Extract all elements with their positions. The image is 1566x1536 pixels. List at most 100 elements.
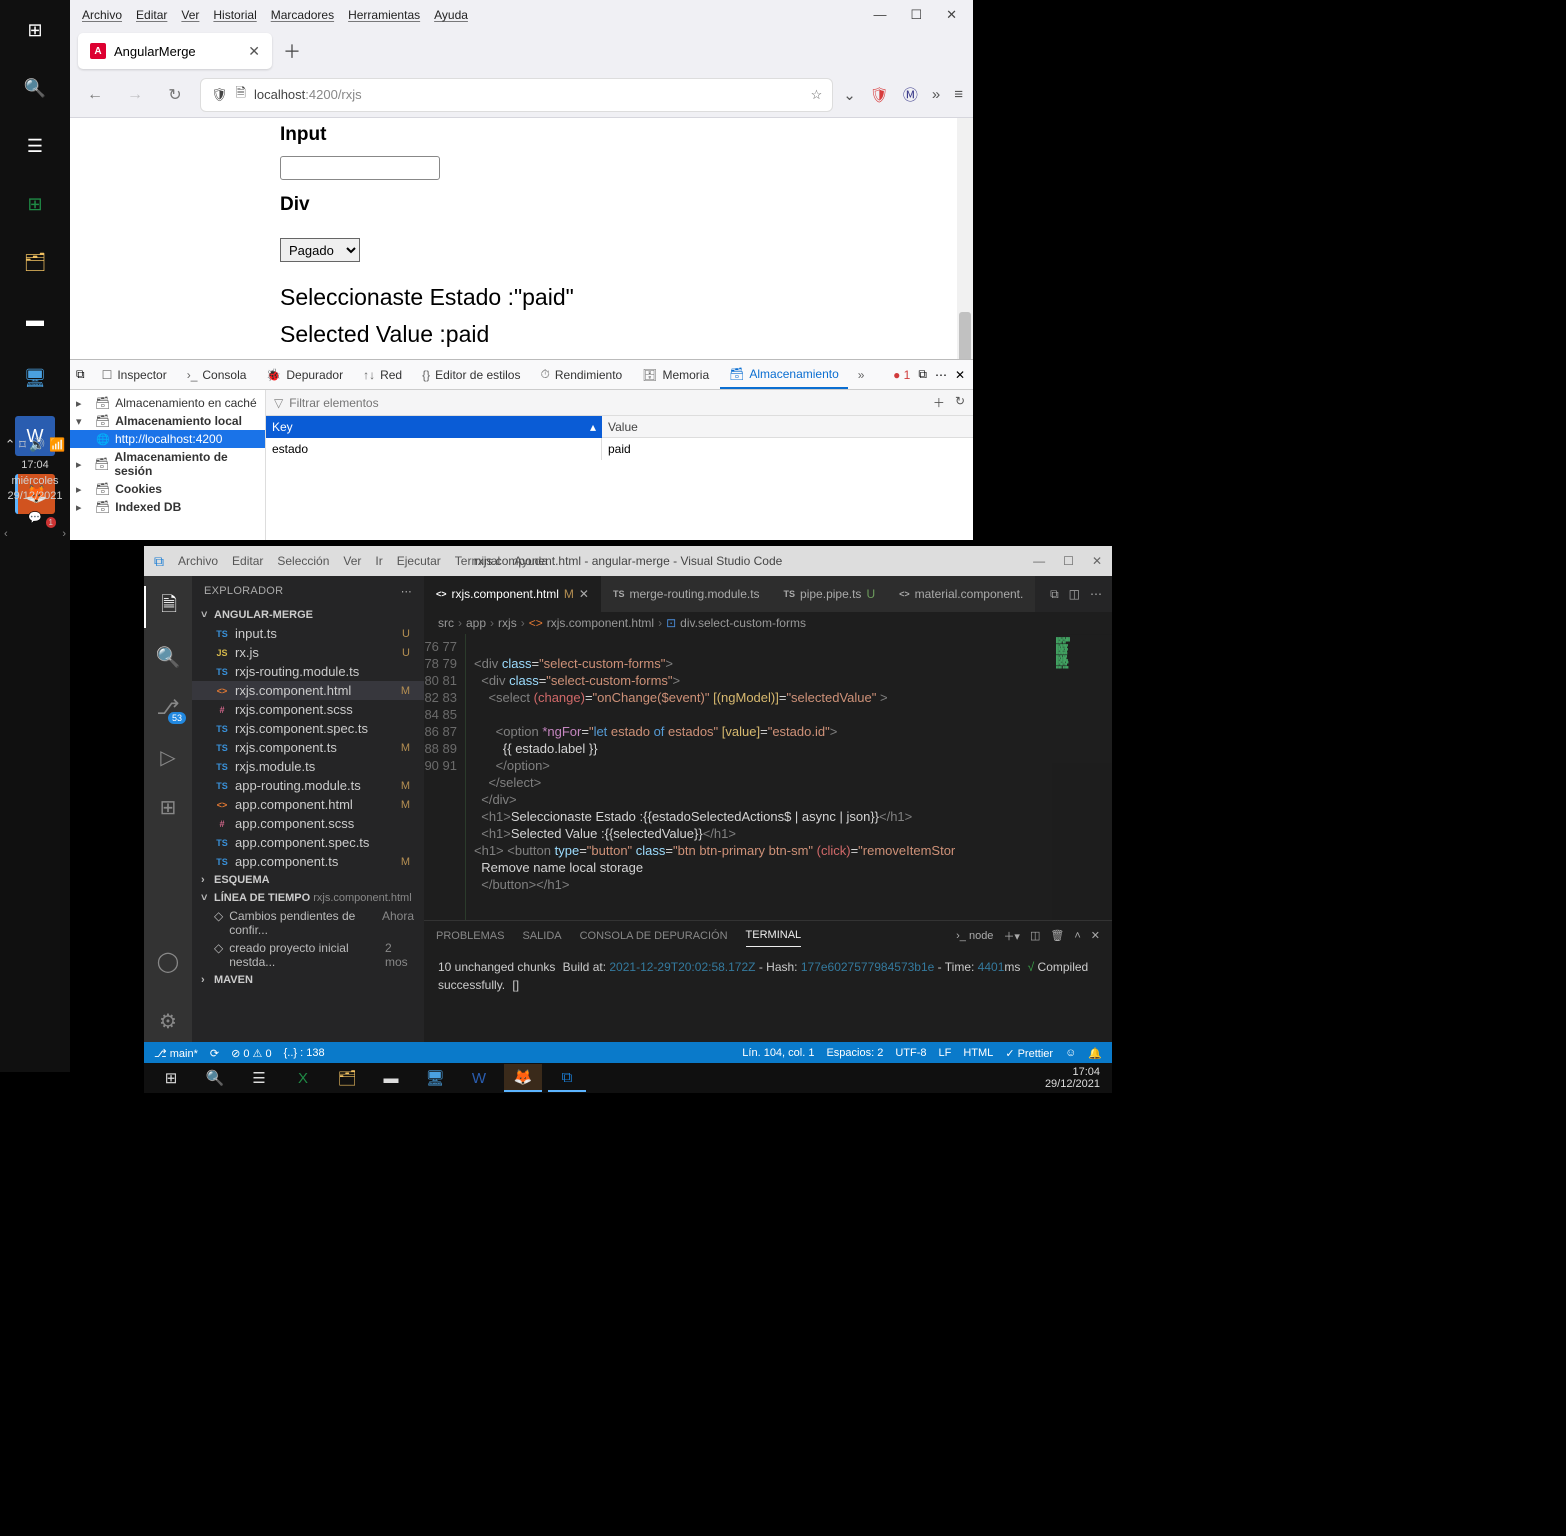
col-value[interactable]: Value xyxy=(602,416,973,438)
tree-localhost[interactable]: 🌐http://localhost:4200 xyxy=(70,430,265,448)
bookmark-star-icon[interactable]: ☆ xyxy=(811,87,823,103)
tb-monitor-icon[interactable]: 🖥 xyxy=(416,1064,454,1092)
code-editor[interactable]: 76 77 78 79 80 81 82 83 84 85 86 87 88 8… xyxy=(424,634,1112,920)
estado-select[interactable]: Pagado xyxy=(280,238,360,262)
compare-icon[interactable]: ⧉ xyxy=(1050,587,1059,602)
tb-vscode-icon[interactable]: ⧉ xyxy=(548,1064,586,1092)
vsc-menu[interactable]: Archivo xyxy=(178,554,218,568)
tb-term-icon[interactable]: ▬ xyxy=(372,1064,410,1092)
reload-button[interactable]: ↻ xyxy=(160,80,190,110)
add-row-icon[interactable]: ＋ xyxy=(933,394,945,411)
start-icon[interactable]: ⊞ xyxy=(15,10,55,50)
text-input[interactable] xyxy=(280,156,440,180)
status-branch[interactable]: ⎇ main* xyxy=(154,1047,198,1060)
maximize-icon[interactable]: ☐ xyxy=(910,7,922,23)
tray-icons[interactable]: ⌃ ⌑ 🔊 📶 xyxy=(0,436,70,454)
menu-historial[interactable]: Historial xyxy=(213,8,256,22)
refresh-icon[interactable]: ↻ xyxy=(955,394,965,411)
editor-tab[interactable]: TSpipe.pipe.ts U xyxy=(772,576,888,612)
search-activity-icon[interactable]: 🔍 xyxy=(144,636,192,678)
status-prettier[interactable]: ✓ Prettier xyxy=(1005,1047,1053,1060)
vsc-menu[interactable]: Ejecutar xyxy=(397,554,441,568)
devtools-more-icon[interactable]: » xyxy=(850,368,873,382)
account-icon[interactable]: ◯ xyxy=(144,940,192,982)
menu-archivo[interactable]: Archivo xyxy=(82,8,122,22)
devtools-dock-icon[interactable]: ⧉ xyxy=(76,367,91,382)
status-problems[interactable]: ⊘ 0 ⚠ 0 xyxy=(231,1047,272,1060)
malwarebytes-icon[interactable]: Ⓜ xyxy=(903,84,918,105)
shield-icon[interactable]: 🛡 xyxy=(211,87,228,103)
menu-ver[interactable]: Ver xyxy=(181,8,199,22)
breadcrumb[interactable]: src› app› rxjs› <> rxjs.component.html› … xyxy=(424,612,1112,634)
term-proc[interactable]: ›_ node xyxy=(956,930,993,942)
menu-marcadores[interactable]: Marcadores xyxy=(271,8,334,22)
url-bar[interactable]: 🛡 🗎 localhost:4200/rxjs ☆ xyxy=(200,78,833,112)
monitor-icon[interactable]: 🖥 xyxy=(15,358,55,398)
devtools-close-icon[interactable]: ✕ xyxy=(955,368,965,382)
vsc-menu[interactable]: Editar xyxy=(232,554,263,568)
back-button[interactable]: ← xyxy=(80,80,110,110)
tb-word-icon[interactable]: W xyxy=(460,1064,498,1092)
status-position[interactable]: Lín. 104, col. 1 xyxy=(742,1047,814,1059)
overflow-icon[interactable]: » xyxy=(932,86,940,103)
settings-gear-icon[interactable]: ⚙ xyxy=(144,1000,192,1042)
file-item[interactable]: TSapp-routing.module.tsM xyxy=(192,776,424,795)
status-lang[interactable]: HTML xyxy=(963,1047,993,1059)
vsc-menu[interactable]: Selección xyxy=(277,554,329,568)
file-item[interactable]: <>rxjs.component.htmlM xyxy=(192,681,424,700)
vsc-max-icon[interactable]: ☐ xyxy=(1063,554,1074,568)
tb-search-icon[interactable]: 🔍 xyxy=(196,1064,234,1092)
minimize-icon[interactable]: — xyxy=(873,7,886,23)
esquema-section[interactable]: ESQUEMA xyxy=(192,871,424,889)
tab-inspector[interactable]: ☐Inspector xyxy=(93,360,176,389)
tree-indexed[interactable]: ▸🗃Indexed DB xyxy=(70,498,265,516)
menu-editar[interactable]: Editar xyxy=(136,8,167,22)
timeline-section[interactable]: LÍNEA DE TIEMPO rxjs.component.html xyxy=(192,889,424,907)
col-key[interactable]: Key▴ xyxy=(266,416,602,438)
status-eol[interactable]: LF xyxy=(939,1047,952,1059)
panel-tab-terminal[interactable]: TERMINAL xyxy=(746,924,802,947)
split-icon[interactable]: ◫ xyxy=(1069,587,1080,601)
menu-ayuda[interactable]: Ayuda xyxy=(434,8,468,22)
storage-row[interactable]: estado paid xyxy=(266,438,973,460)
sidebar-more-icon[interactable]: ⋯ xyxy=(401,585,412,598)
tree-session[interactable]: ▸🗃Almacenamiento de sesión xyxy=(70,448,265,480)
term-up-icon[interactable]: ˄ xyxy=(1074,930,1080,942)
tb-start-icon[interactable]: ⊞ xyxy=(152,1064,190,1092)
panel-tab-depuracion[interactable]: CONSOLA DE DEPURACIÓN xyxy=(580,925,728,947)
status-bell-icon[interactable]: 🔔 xyxy=(1088,1047,1102,1060)
tab-estilos[interactable]: {}Editor de estilos xyxy=(413,360,529,389)
hamburger-icon[interactable]: ≡ xyxy=(954,86,963,103)
tab-depurador[interactable]: 🐞Depurador xyxy=(257,360,352,389)
tab-almacenamiento[interactable]: 🗃Almacenamiento xyxy=(720,360,848,389)
filter-input[interactable] xyxy=(289,396,927,410)
tb-files-icon[interactable]: 🗂 xyxy=(328,1064,366,1092)
vsc-menu[interactable]: Ver xyxy=(343,554,361,568)
terminal-output[interactable]: 10 unchanged chunks Build at: 2021-12-29… xyxy=(424,950,1112,1042)
file-item[interactable]: TSapp.component.tsM xyxy=(192,852,424,871)
file-item[interactable]: #rxjs.component.scss xyxy=(192,700,424,719)
maven-section[interactable]: MAVEN xyxy=(192,971,424,989)
tree-cache[interactable]: ▸🗃Almacenamiento en caché xyxy=(70,394,265,412)
tab-memoria[interactable]: 🗄Memoria xyxy=(633,360,718,389)
new-tab-button[interactable]: ＋ xyxy=(278,37,306,65)
status-port[interactable]: {..} : 138 xyxy=(284,1047,325,1059)
project-section[interactable]: ANGULAR-MERGE xyxy=(192,606,424,624)
close-icon[interactable]: ✕ xyxy=(946,7,957,23)
minimap[interactable]: ████ ██ ███ ██ ███ ████ ████ ██ ██ █████… xyxy=(1052,634,1112,920)
file-item[interactable]: TSrxjs.component.spec.ts xyxy=(192,719,424,738)
tab-rendimiento[interactable]: ⏱Rendimiento xyxy=(531,360,631,389)
status-feedback-icon[interactable]: ☺ xyxy=(1065,1047,1076,1059)
editor-tab[interactable]: <>material.component. xyxy=(887,576,1035,612)
extensions-icon[interactable]: ⊞ xyxy=(144,786,192,828)
tab-more-icon[interactable]: ⋯ xyxy=(1090,587,1102,601)
editor-tab[interactable]: TSmerge-routing.module.ts xyxy=(601,576,772,612)
file-explorer-icon[interactable]: 🗂 xyxy=(15,242,55,282)
tree-local[interactable]: ▾🗃Almacenamiento local xyxy=(70,412,265,430)
search-icon[interactable]: 🔍 xyxy=(15,68,55,108)
vsc-min-icon[interactable]: — xyxy=(1033,554,1045,568)
tree-cookies[interactable]: ▸🗃Cookies xyxy=(70,480,265,498)
file-item[interactable]: TSrxjs-routing.module.ts xyxy=(192,662,424,681)
status-encoding[interactable]: UTF-8 xyxy=(895,1047,926,1059)
vsc-close-icon[interactable]: ✕ xyxy=(1092,554,1102,568)
